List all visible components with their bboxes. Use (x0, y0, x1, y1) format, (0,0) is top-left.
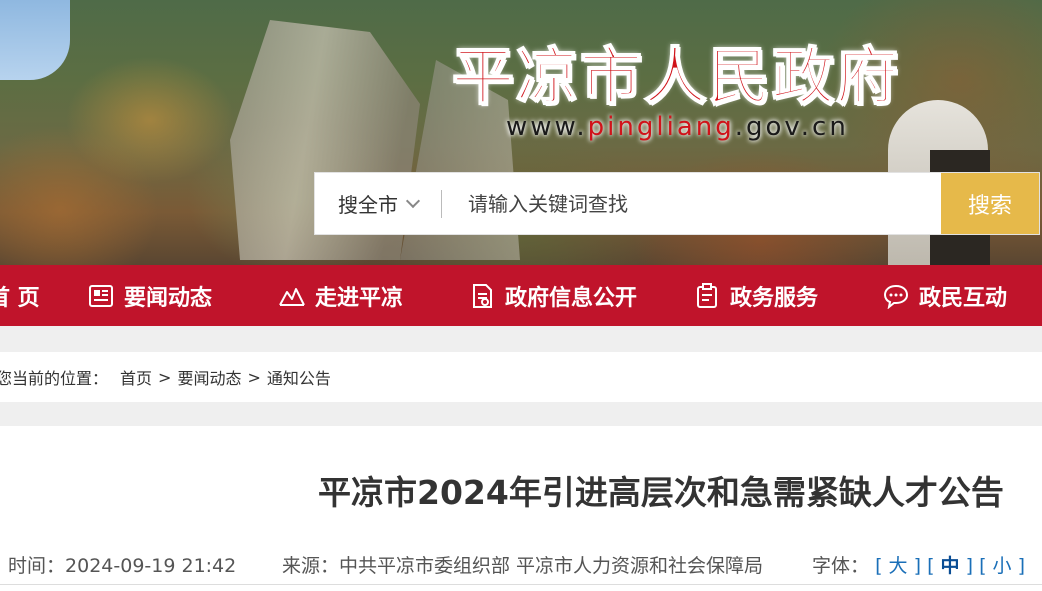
breadcrumb: 您当前的位置： 首页 > 要闻动态 > 通知公告 (0, 352, 1042, 402)
nav-item-interaction[interactable]: 政民互动 (883, 265, 1007, 326)
nav-item-label: 政府信息公开 (505, 285, 638, 311)
breadcrumb-news[interactable]: 要闻动态 (177, 365, 241, 389)
publish-time: 时间：2024-09-19 21:42 (8, 551, 236, 578)
bracket-open: [ (927, 555, 935, 577)
separator-band-top (0, 326, 1042, 352)
breadcrumb-separator: > (247, 367, 261, 387)
nav-item-label: 政务服务 (730, 285, 819, 311)
nav-item-home[interactable]: 首 页 (0, 265, 40, 326)
search-scope-label: 搜全市 (338, 193, 398, 217)
bracket-close: ] (1017, 555, 1026, 577)
search-scope-dropdown[interactable]: 搜全市 (315, 173, 441, 234)
mountain-icon (279, 287, 305, 306)
site-url-prefix: www. (506, 112, 588, 142)
nav-item-pingliang[interactable]: 走进平凉 (279, 265, 403, 326)
source-label: 来源： (282, 555, 340, 577)
document-icon (473, 283, 492, 308)
meta-divider (0, 584, 1042, 585)
article-meta: 时间：2024-09-19 21:42 来源：中共平凉市委组织部 平凉市人力资源… (0, 548, 1042, 578)
bracket-close: ] (965, 555, 974, 577)
nav-item-gov-info[interactable]: 政府信息公开 (469, 265, 637, 326)
site-url: www.pingliang.gov.cn (506, 112, 849, 142)
breadcrumb-prefix: 您当前的位置： (0, 369, 109, 388)
bracket-open: [ (875, 555, 883, 577)
nav-item-news[interactable]: 要闻动态 (88, 265, 212, 326)
sky-area (0, 0, 70, 80)
search-bar: 搜全市 搜索 (314, 172, 1040, 235)
publish-time-label: 时间： (8, 555, 66, 577)
font-size-medium-button[interactable]: 中 (941, 555, 960, 577)
main-nav: 首 页 要闻动态 走进平凉 政府信息公开 (0, 265, 1042, 326)
breadcrumb-separator: > (158, 367, 172, 387)
newspaper-icon (89, 284, 113, 307)
site-title: 平凉市人民政府 (451, 39, 901, 114)
clipboard-icon (697, 282, 717, 308)
breadcrumb-notices[interactable]: 通知公告 (267, 365, 331, 389)
bracket-open: [ (979, 555, 987, 577)
separator-band-bottom (0, 402, 1042, 426)
search-input[interactable] (442, 173, 941, 234)
font-size-small-button[interactable]: 小 (993, 555, 1012, 577)
chevron-down-icon (405, 193, 421, 208)
breadcrumb-home[interactable]: 首页 (120, 365, 152, 389)
font-size-control: 字体： [ 大 ] [ 中 ] [ 小 ] (812, 551, 1025, 578)
nav-item-label: 要闻动态 (124, 285, 213, 311)
chat-icon (883, 284, 909, 309)
bracket-close: ] (913, 555, 922, 577)
nav-item-label: 走进平凉 (315, 285, 404, 311)
site-url-suffix: .gov.cn (734, 112, 849, 142)
publish-time-value: 2024-09-19 21:42 (65, 555, 237, 577)
search-button[interactable]: 搜索 (941, 173, 1039, 234)
nav-item-services[interactable]: 政务服务 (694, 265, 818, 326)
font-size-label: 字体： (812, 555, 870, 577)
nav-item-label: 政民互动 (919, 285, 1008, 311)
nav-item-label: 首 页 (0, 285, 40, 311)
article-title: 平凉市2024年引进高层次和急需紧缺人才公告 (318, 473, 1004, 512)
font-size-large-button[interactable]: 大 (889, 555, 908, 577)
site-url-highlight: pingliang (587, 112, 735, 142)
article-source: 来源：中共平凉市委组织部 平凉市人力资源和社会保障局 (282, 551, 763, 578)
source-value: 中共平凉市委组织部 平凉市人力资源和社会保障局 (339, 555, 764, 577)
